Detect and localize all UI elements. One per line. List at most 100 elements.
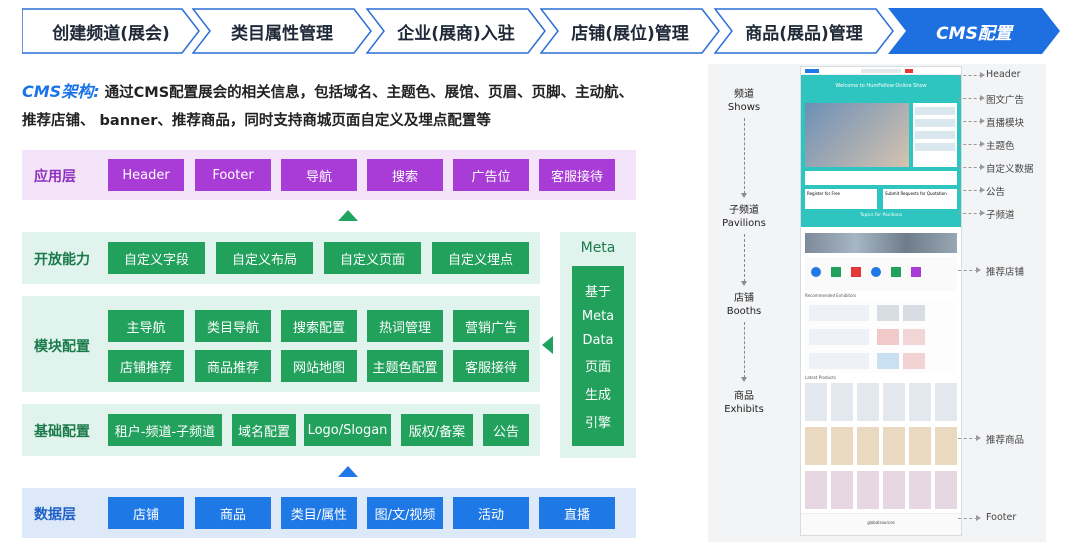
search-bar	[861, 69, 901, 73]
base-chip-notice: 公告	[483, 414, 529, 446]
annotation-notice: 公告	[986, 187, 1006, 198]
flow-en: Pavilions	[722, 218, 766, 229]
step-label: 创建频道(展会)	[52, 23, 170, 44]
flow-cn: 商品	[734, 391, 754, 402]
left-arrow-icon	[542, 336, 553, 354]
step-label: 类目属性管理	[231, 23, 333, 44]
step-cms-config[interactable]: CMS配置	[888, 8, 1060, 54]
open-chip-custom-layout: 自定义布局	[216, 242, 313, 274]
open-chip-custom-field: 自定义字段	[108, 242, 205, 274]
annotation-line	[958, 144, 982, 145]
module-config-layer: 模块配置 主导航 类目导航 搜索配置 热词管理 营销广告 店铺推荐 商品推荐 网…	[22, 296, 540, 392]
mock-footer: globalsources	[801, 513, 961, 535]
meta-text: 生成	[584, 388, 611, 404]
arrow-right-icon	[980, 210, 985, 216]
module-chip-search-config: 搜索配置	[281, 310, 357, 342]
module-chip-customer-service: 客服接待	[453, 350, 529, 382]
live-item	[915, 131, 955, 139]
step-label: 商品(展品)管理	[745, 23, 863, 44]
annotation-line	[958, 98, 982, 99]
product-row	[805, 427, 957, 465]
meta-text: 基于	[584, 284, 611, 300]
rec-exhibitors-title: Recommended Exhibitors	[805, 293, 857, 298]
flow-line	[744, 322, 745, 378]
meta-text: Data	[582, 332, 614, 348]
arrow-right-icon	[980, 118, 985, 124]
annotation-line	[958, 213, 982, 214]
flow-line	[744, 234, 745, 282]
open-capabilities-layer: 开放能力 自定义字段 自定义布局 自定义页面 自定义埋点	[22, 232, 540, 284]
step-create-channel[interactable]: 创建频道(展会)	[22, 8, 200, 54]
flow-en: Exhibits	[724, 404, 764, 415]
product-row	[805, 471, 957, 509]
data-chip-store: 店铺	[108, 497, 184, 529]
logo-icon	[805, 69, 819, 73]
module-chip-theme-color: 主题色配置	[367, 350, 443, 382]
step-exhibit-management[interactable]: 商品(展品)管理	[714, 8, 894, 54]
exhibitor-product	[903, 329, 925, 345]
base-chip-copyright: 版权/备案	[401, 414, 473, 446]
open-chip-custom-page: 自定义页面	[324, 242, 421, 274]
exhibitor-item	[809, 305, 869, 321]
product-row	[805, 383, 957, 421]
mock-header	[801, 67, 961, 75]
step-category-attributes[interactable]: 类目属性管理	[192, 8, 372, 54]
flow-en: Shows	[727, 102, 761, 113]
store-icon	[831, 267, 841, 277]
flow-shows: 频道 Shows	[704, 88, 784, 114]
annotation-line	[958, 438, 978, 439]
store-icon	[891, 267, 901, 277]
flow-cn: 子频道	[729, 205, 759, 216]
module-chip-store-rec: 店铺推荐	[108, 350, 184, 382]
data-chip-media: 图/文/视频	[367, 497, 443, 529]
base-chip-tenant: 租户-频道-子频道	[108, 414, 222, 446]
store-icon	[871, 267, 881, 277]
layer-label: 数据层	[34, 507, 76, 523]
module-chip-sitemap: 网站地图	[281, 350, 357, 382]
base-chip-logo: Logo/Slogan	[304, 414, 391, 446]
search-button	[905, 69, 913, 73]
annotation-pavilion: 子频道	[986, 210, 1015, 221]
data-chip-category: 类目/属性	[281, 497, 357, 529]
arrow-down-icon	[741, 281, 747, 286]
open-chip-custom-tracking: 自定义埋点	[432, 242, 529, 274]
layer-label: 开放能力	[34, 252, 90, 268]
store-icon	[811, 267, 821, 277]
step-exhibitor-onboarding[interactable]: 企业(展商)入驻	[366, 8, 546, 54]
arrow-down-icon	[741, 193, 747, 198]
hero-text: Welcome to HumFellow Online Show	[835, 83, 927, 89]
description-lead: CMS架构:	[22, 82, 100, 101]
latest-products-title: Latest Products	[805, 375, 836, 380]
app-chip-search: 搜索	[367, 159, 443, 191]
mock-site-page: Welcome to HumFellow Online Show Registe…	[800, 66, 962, 536]
annotation-banner-ad: 图文广告	[986, 95, 1025, 106]
annotation-line	[958, 75, 982, 76]
exhibitor-product	[877, 353, 899, 369]
flow-cn: 频道	[734, 89, 754, 100]
arrow-right-icon	[980, 72, 985, 78]
data-chip-live: 直播	[539, 497, 615, 529]
step-booth-management[interactable]: 店铺(展位)管理	[540, 8, 720, 54]
layer-label: 模块配置	[34, 339, 90, 355]
base-chip-domain: 域名配置	[232, 414, 296, 446]
annotation-line	[958, 167, 982, 168]
meta-text: 页面	[584, 360, 611, 376]
annotation-line	[958, 121, 982, 122]
data-chip-product: 商品	[195, 497, 271, 529]
base-config-layer: 基础配置 租户-频道-子频道 域名配置 Logo/Slogan 版权/备案 公告	[22, 404, 540, 456]
card-register: Register for Free	[805, 189, 877, 209]
live-list	[913, 103, 957, 167]
recommended-stores	[805, 257, 957, 291]
flow-line	[744, 118, 745, 194]
arrow-right-icon	[976, 267, 981, 273]
notice-bar	[805, 171, 957, 185]
description-line2: 推荐店铺、 banner、推荐商品，同时支持商城页面自定义及埋点配置等	[22, 113, 491, 129]
annotation-line	[958, 190, 982, 191]
meta-text: Meta	[581, 308, 615, 324]
step-label: CMS配置	[936, 23, 1012, 44]
live-item	[915, 107, 955, 115]
exhibitor-product	[903, 305, 925, 321]
application-layer: 应用层 Header Footer 导航 搜索 广告位 客服接待	[22, 150, 636, 200]
up-arrow-icon	[338, 210, 358, 221]
arrow-right-icon	[980, 164, 985, 170]
